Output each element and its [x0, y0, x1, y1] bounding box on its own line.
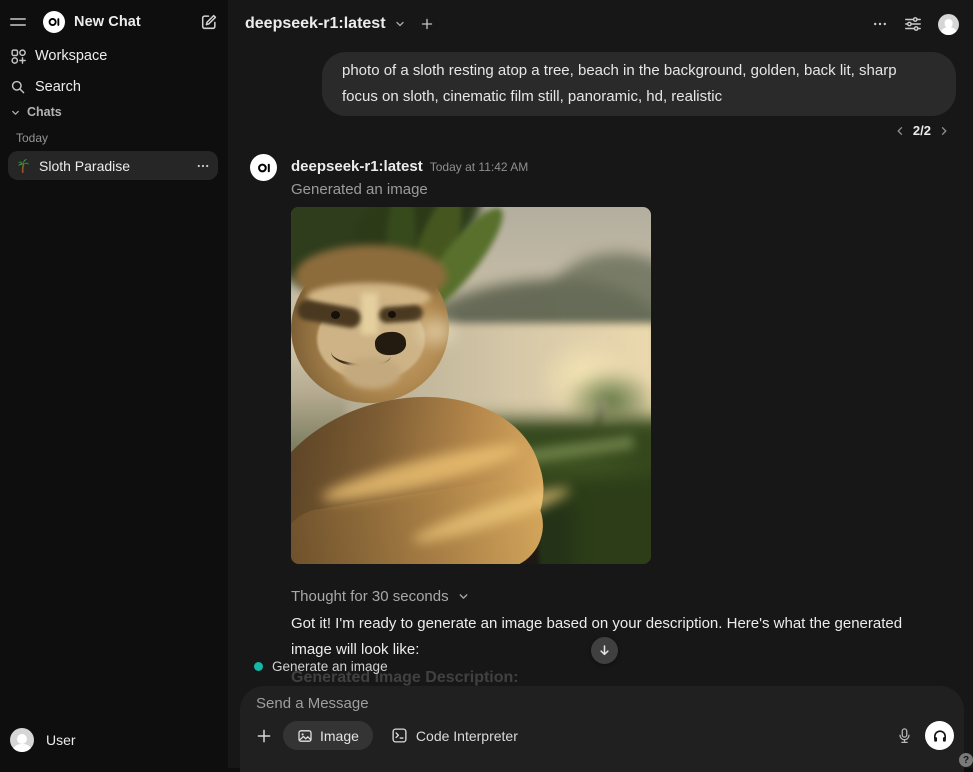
chats-section-label: Chats	[27, 105, 62, 119]
sidebar-chat-item-sloth-paradise[interactable]: Sloth Paradise	[8, 151, 218, 180]
model-selector[interactable]: deepseek-r1:latest	[245, 15, 406, 33]
help-button[interactable]: ?	[959, 753, 973, 767]
user-avatar	[10, 728, 34, 752]
chevron-down-icon	[10, 107, 21, 118]
sidebar: New Chat Workspace Search Chats Today Sl…	[0, 0, 228, 768]
chat-header: deepseek-r1:latest	[228, 0, 973, 48]
settings-sliders-icon[interactable]	[904, 15, 922, 33]
sidebar-toggle-icon[interactable]	[10, 12, 30, 32]
voice-call-headphones-button[interactable]	[925, 721, 954, 750]
message-pagination: 2/2	[894, 123, 950, 138]
user-message-bubble: photo of a sloth resting atop a tree, be…	[322, 52, 956, 116]
openwebui-logo-icon	[43, 11, 65, 33]
assistant-name: deepseek-r1:latest	[291, 158, 423, 175]
model-name-label: deepseek-r1:latest	[245, 15, 386, 33]
attach-plus-icon[interactable]	[256, 728, 272, 744]
status-dot	[254, 662, 263, 671]
pagination-next-icon[interactable]	[938, 125, 950, 137]
palm-tree-icon	[16, 158, 31, 173]
message-input[interactable]: Send a Message	[256, 695, 952, 715]
chat-panel: deepseek-r1:latest photo of a sloth rest…	[228, 0, 973, 768]
workspace-label: Workspace	[35, 48, 107, 64]
sidebar-item-workspace[interactable]: Workspace	[10, 43, 218, 69]
scroll-to-bottom-button[interactable]	[591, 637, 618, 664]
thought-chevron-down-icon	[457, 590, 470, 603]
code-interpreter-button[interactable]: Code Interpreter	[387, 721, 522, 750]
generated-image-caption: Generated an image	[291, 181, 428, 198]
status-label: Generate an image	[272, 659, 388, 674]
new-model-plus-icon[interactable]	[420, 17, 434, 31]
sidebar-user-menu[interactable]: User	[10, 724, 218, 756]
pagination-count: 2/2	[913, 123, 931, 138]
image-icon	[297, 728, 313, 744]
chat-item-menu-icon[interactable]	[196, 159, 210, 173]
assistant-avatar-oi-icon	[250, 154, 277, 181]
user-name-label: User	[46, 732, 76, 748]
message-composer: Send a Message Image Code Interpreter	[240, 686, 964, 772]
thought-label: Thought for 30 seconds	[291, 588, 449, 605]
pagination-prev-icon[interactable]	[894, 125, 906, 137]
image-mode-button[interactable]: Image	[283, 721, 373, 750]
chat-menu-ellipsis-icon[interactable]	[872, 16, 888, 32]
chat-item-title: Sloth Paradise	[39, 158, 196, 174]
today-group-label: Today	[16, 131, 48, 145]
image-button-label: Image	[320, 728, 359, 744]
assistant-timestamp: Today at 11:42 AM	[430, 160, 529, 174]
terminal-icon	[391, 727, 408, 744]
microphone-icon[interactable]	[897, 727, 912, 745]
sidebar-item-search[interactable]: Search	[10, 74, 218, 100]
chats-section-toggle[interactable]: Chats	[10, 105, 62, 119]
workspace-grid-icon	[10, 48, 27, 65]
thought-toggle[interactable]: Thought for 30 seconds	[291, 588, 470, 605]
model-chevron-down-icon	[394, 18, 406, 30]
generation-status: Generate an image	[254, 659, 388, 674]
new-chat-pencil-icon[interactable]	[200, 13, 218, 31]
search-icon	[10, 79, 27, 95]
search-label: Search	[35, 79, 81, 95]
new-chat-button[interactable]: New Chat	[74, 14, 141, 30]
code-interpreter-label: Code Interpreter	[416, 728, 518, 744]
account-avatar[interactable]	[938, 14, 959, 35]
generated-sloth-image[interactable]	[291, 207, 651, 564]
